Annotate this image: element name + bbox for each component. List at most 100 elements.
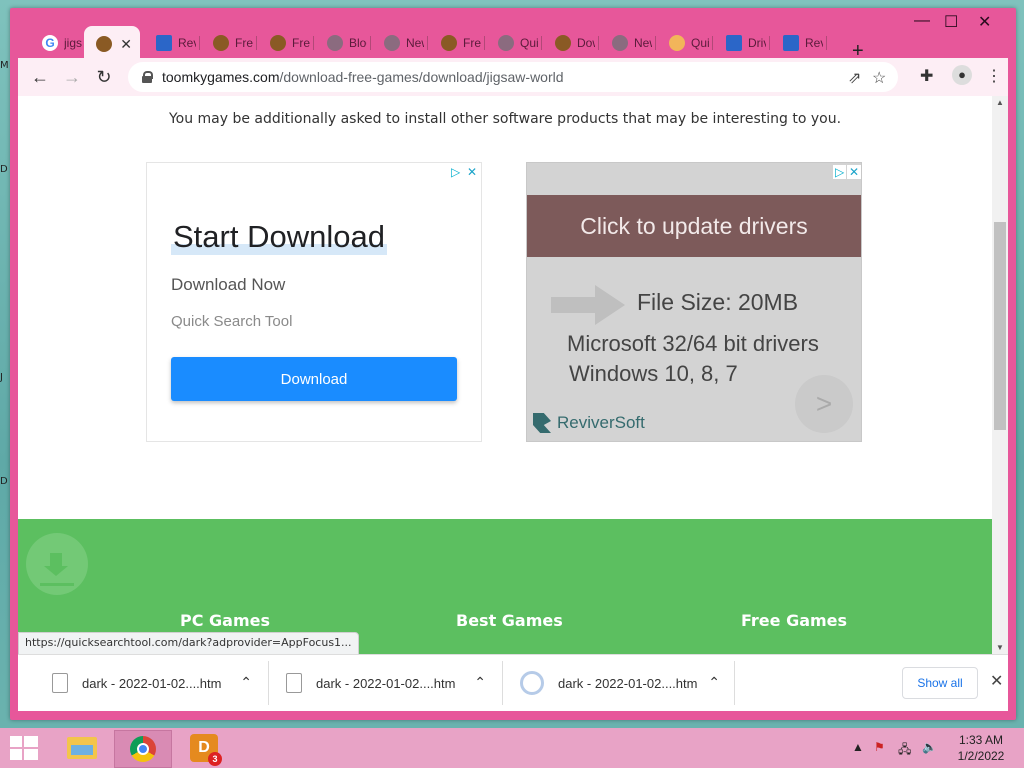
- footer-link-pc-games[interactable]: PC Games: [180, 611, 270, 630]
- download-item[interactable]: dark - 2022-01-02....htm ⌃: [502, 665, 734, 701]
- menu-kebab-icon[interactable]: ⋮: [986, 66, 1002, 86]
- file-explorer-taskbar-button[interactable]: [54, 730, 110, 766]
- forward-icon[interactable]: →: [60, 66, 84, 88]
- download-item[interactable]: dark - 2022-01-02....htm ⌃: [34, 665, 266, 701]
- tab-5[interactable]: Blog: [315, 28, 371, 58]
- volume-muted-icon[interactable]: 🔈: [922, 740, 937, 754]
- tab-7[interactable]: Free: [429, 28, 485, 58]
- network-icon[interactable]: 🖧: [898, 740, 911, 761]
- tab-11[interactable]: Quick: [657, 28, 713, 58]
- share-icon[interactable]: ⇗: [848, 68, 861, 88]
- game-icon: [555, 35, 571, 51]
- globe-icon: [327, 35, 343, 51]
- file-icon: [52, 673, 68, 693]
- back-icon[interactable]: ←: [28, 66, 52, 88]
- ad-close-icon[interactable]: ✕: [847, 165, 861, 179]
- reload-icon[interactable]: ↻: [92, 66, 116, 88]
- ad-next-icon[interactable]: >: [795, 375, 853, 433]
- windows-start-icon[interactable]: [10, 736, 38, 760]
- tab-label: jigsaw: [64, 36, 82, 50]
- scroll-up-icon[interactable]: ▲: [992, 98, 1008, 107]
- file-icon: [286, 673, 302, 693]
- tab-label: New: [406, 36, 424, 50]
- url-text: toomkygames.com/download-free-games/down…: [162, 69, 564, 85]
- bookmark-star-icon[interactable]: ☆: [872, 68, 886, 88]
- arrow-right-icon: [551, 285, 625, 325]
- download-item[interactable]: dark - 2022-01-02....htm ⌃: [268, 665, 500, 701]
- tab-4[interactable]: Free: [258, 28, 314, 58]
- download-icon[interactable]: [26, 533, 88, 595]
- tab-9[interactable]: Download: [543, 28, 599, 58]
- desktop-edge-letter: D: [0, 164, 8, 175]
- globe-icon: [384, 35, 400, 51]
- lock-icon[interactable]: [142, 71, 153, 83]
- tab-13[interactable]: Reviver: [771, 28, 827, 58]
- ad-title: Start Download: [171, 219, 387, 255]
- tab-0[interactable]: G jigsaw: [30, 28, 86, 58]
- chevron-up-icon[interactable]: ⌃: [708, 674, 720, 691]
- close-shelf-icon[interactable]: ✕: [990, 671, 1003, 691]
- vertical-scrollbar[interactable]: ▲ ▼: [992, 96, 1008, 654]
- tab-12[interactable]: Driver: [714, 28, 770, 58]
- game-icon: [270, 35, 286, 51]
- chevron-up-icon[interactable]: ⌃: [474, 674, 486, 691]
- url-path: /download-free-games/download/jigsaw-wor…: [279, 69, 564, 85]
- app-d-icon: D3: [190, 734, 222, 766]
- notification-badge: 3: [208, 752, 222, 766]
- minimize-icon[interactable]: —: [914, 12, 930, 30]
- clock-time: 1:33 AM: [958, 733, 1004, 747]
- tab-8[interactable]: Quick: [486, 28, 542, 58]
- adchoices-icon[interactable]: ▷: [451, 165, 460, 179]
- ad-driver-update[interactable]: ▷ ✕ Click to update drivers File Size: 2…: [526, 162, 862, 442]
- google-icon: G: [42, 35, 58, 51]
- download-shelf: dark - 2022-01-02....htm ⌃ dark - 2022-0…: [18, 654, 1008, 711]
- tab-label: Reviver: [178, 36, 196, 50]
- address-bar[interactable]: toomkygames.com/download-free-games/down…: [128, 62, 898, 92]
- tab-2[interactable]: Reviver: [144, 28, 200, 58]
- ad-file-size: File Size: 20MB: [637, 289, 799, 315]
- tab-label: Quick: [691, 36, 709, 50]
- tab-6[interactable]: New: [372, 28, 428, 58]
- scroll-thumb[interactable]: [994, 222, 1006, 430]
- tab-3[interactable]: Free: [201, 28, 257, 58]
- system-clock[interactable]: 1:33 AM 1/2/2022: [952, 732, 1010, 764]
- adchoices-icon[interactable]: ▷: [833, 165, 847, 179]
- desktop-edge-letter: D: [0, 476, 8, 487]
- browser-window: G jigsaw ✕ Reviver Free Free Blog New Fr…: [10, 8, 1016, 720]
- clock-date: 1/2/2022: [957, 749, 1005, 763]
- scroll-down-icon[interactable]: ▼: [992, 643, 1008, 652]
- tab-1-active[interactable]: ✕: [84, 26, 140, 62]
- tab-label: Free: [292, 36, 310, 50]
- close-window-icon[interactable]: ✕: [978, 12, 991, 32]
- footer-link-best-games[interactable]: Best Games: [456, 611, 563, 630]
- maximize-icon[interactable]: ☐: [944, 12, 958, 32]
- taskbar: D3 ▲ ⚑ 🖧 🔈 1:33 AM 1/2/2022: [0, 728, 1024, 768]
- chevron-up-icon[interactable]: ⌃: [240, 674, 252, 691]
- extensions-icon[interactable]: ✚: [920, 66, 933, 86]
- game-icon: [213, 35, 229, 51]
- action-center-flag-icon[interactable]: ⚑: [874, 740, 885, 754]
- ad-start-download[interactable]: ▷ ✕ Start Download Download Now Quick Se…: [146, 162, 482, 442]
- show-all-button[interactable]: Show all: [902, 667, 978, 699]
- tray-chevron-up-icon[interactable]: ▲: [852, 740, 864, 754]
- search-icon: [669, 35, 685, 51]
- globe-icon: [498, 35, 514, 51]
- download-filename: dark - 2022-01-02....htm: [82, 675, 222, 691]
- chrome-taskbar-button[interactable]: [114, 730, 172, 768]
- ad-banner[interactable]: Click to update drivers: [527, 195, 861, 257]
- tab-label: Driver: [748, 36, 766, 50]
- ad-tool-name: Quick Search Tool: [171, 313, 293, 330]
- ad-download-button[interactable]: Download: [171, 357, 457, 401]
- tab-label: Download: [577, 36, 595, 50]
- footer-link-free-games[interactable]: Free Games: [741, 611, 847, 630]
- reviver-icon: [783, 35, 799, 51]
- close-tab-icon[interactable]: ✕: [120, 36, 132, 53]
- ad-close-icon[interactable]: ✕: [467, 165, 477, 179]
- tab-10[interactable]: New: [600, 28, 656, 58]
- app-taskbar-button[interactable]: D3: [176, 730, 232, 766]
- browser-toolbar: ← → ↻ toomkygames.com/download-free-game…: [18, 58, 1008, 96]
- reviver-icon: [156, 35, 172, 51]
- ad-drivers-text: Microsoft 32/64 bit drivers: [567, 331, 819, 356]
- profile-avatar-icon[interactable]: ●: [952, 65, 972, 85]
- file-icon: [520, 671, 544, 695]
